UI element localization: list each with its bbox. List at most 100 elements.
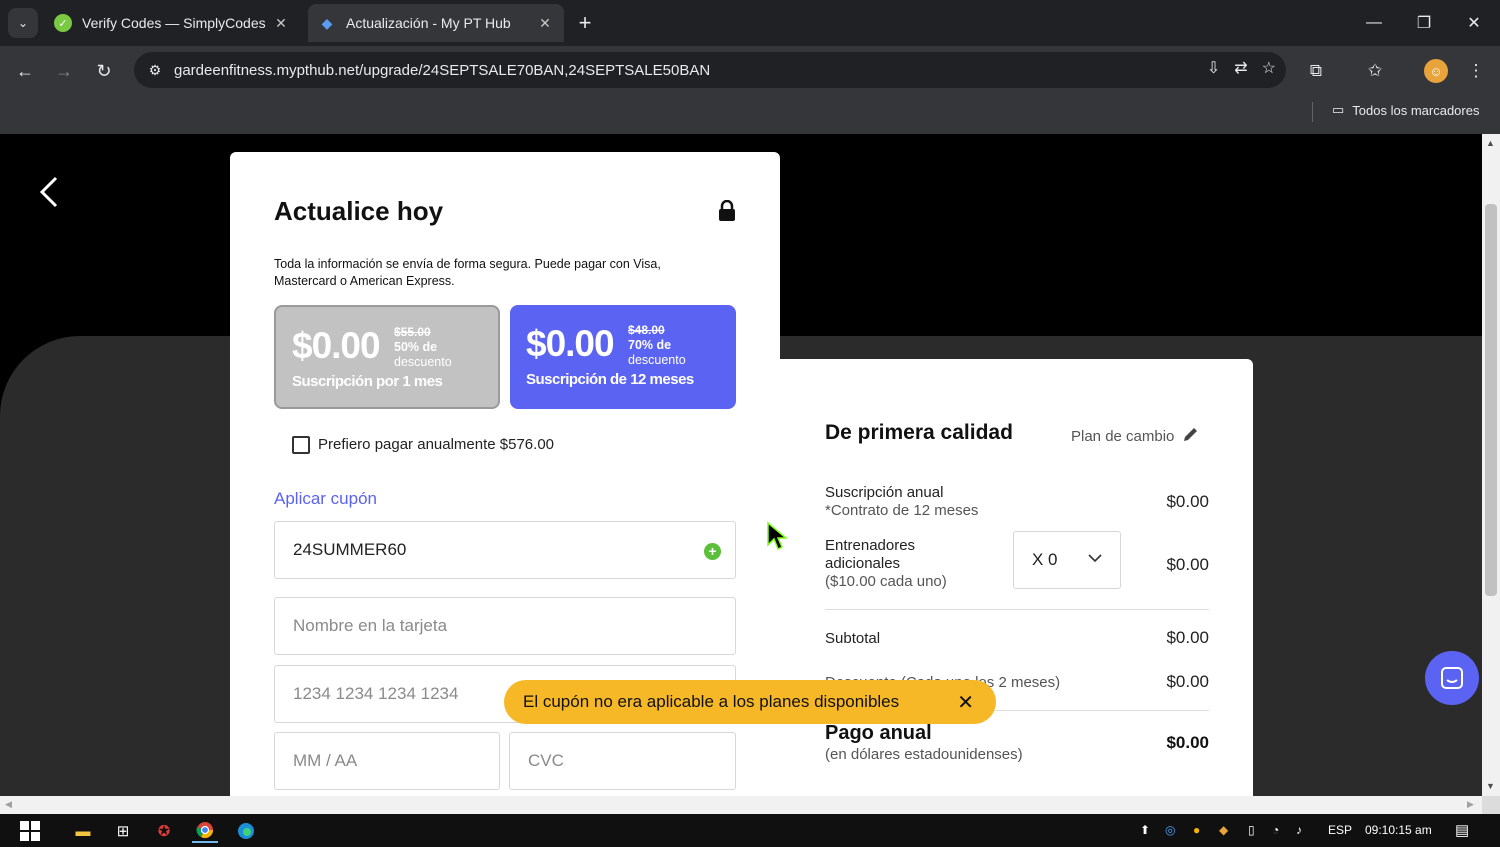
cvc-input[interactable]: CVC xyxy=(509,732,736,790)
plan-price: $0.00 xyxy=(292,325,381,366)
file-explorer-icon[interactable]: ▬ xyxy=(70,819,96,843)
horizontal-scrollbar[interactable]: ◀ ▶ xyxy=(0,796,1482,814)
browser-toolbar: ← → ↻ ⚙ gardeenfitness.mypthub.net/upgra… xyxy=(0,46,1500,96)
reload-button[interactable]: ↻ xyxy=(89,56,119,86)
annual-option-label[interactable]: Prefiero pagar anualmente $576.00 xyxy=(318,436,554,453)
subtotal-amount: $0.00 xyxy=(1166,628,1209,647)
install-app-icon[interactable]: ⇩ xyxy=(1207,58,1220,78)
mypthub-icon: ◆ xyxy=(321,14,333,31)
plan-monthly-card[interactable]: $0.00 $55.00 50% de descuento Suscripció… xyxy=(274,305,500,409)
annual-subscription-title: Suscripción anual xyxy=(825,484,944,501)
expiry-input[interactable]: MM / AA xyxy=(274,732,500,790)
tab-title: Verify Codes — SimplyCodes xyxy=(82,15,266,31)
restore-button[interactable]: ❐ xyxy=(1404,8,1444,38)
tray-icon[interactable]: ◆ xyxy=(1219,823,1228,837)
trainers-note: ($10.00 cada uno) xyxy=(825,573,947,590)
toast-message: El cupón no era aplicable a los planes d… xyxy=(523,692,900,711)
favorites-icon[interactable]: ✩ xyxy=(1360,56,1390,86)
folder-icon: ▭ xyxy=(1332,102,1345,117)
volume-icon[interactable]: ♪ xyxy=(1296,823,1302,837)
all-bookmarks-button[interactable]: ▭ Todos los marcadores xyxy=(1332,102,1479,118)
bookmarks-divider xyxy=(1312,102,1313,122)
menu-icon[interactable]: ⋮ xyxy=(1461,56,1491,86)
close-window-button[interactable]: ✕ xyxy=(1454,8,1494,38)
close-tab-icon[interactable]: ✕ xyxy=(272,15,290,32)
clock[interactable]: 09:10:15 am xyxy=(1365,823,1432,837)
simplycodes-icon: ✓ xyxy=(54,14,72,32)
pencil-icon xyxy=(1182,425,1200,447)
plan-original-price: $55.00 xyxy=(394,325,431,339)
chrome-icon[interactable] xyxy=(192,819,218,843)
windows-taskbar: ▬ ⊞ ✪ ⬆ ◎ ● ◆ ▯ ◔ ♪ ESP 09:10:15 am ▤ xyxy=(0,814,1500,847)
chat-launcher-button[interactable] xyxy=(1425,651,1479,705)
bookmark-star-icon[interactable]: ☆ xyxy=(1262,58,1276,78)
plan-label: Suscripción por 1 mes xyxy=(292,373,443,390)
wifi-icon[interactable]: ◔ xyxy=(1272,823,1279,837)
coupon-input[interactable]: 24SUMMER60 + xyxy=(274,521,736,579)
language-indicator[interactable]: ESP xyxy=(1328,823,1352,837)
all-bookmarks-label: Todos los marcadores xyxy=(1352,102,1480,118)
scroll-left-icon[interactable]: ◀ xyxy=(5,799,12,810)
apply-coupon-link[interactable]: Aplicar cupón xyxy=(274,489,377,509)
edge-icon[interactable] xyxy=(233,819,259,843)
site-info-icon[interactable]: ⚙ xyxy=(140,62,170,79)
extensions-icon[interactable]: ⧉ xyxy=(1301,56,1331,86)
tab-simplycodes[interactable]: ✓ Verify Codes — SimplyCodes ✕ xyxy=(44,4,300,42)
bookmarks-bar: ▭ Todos los marcadores xyxy=(0,96,1500,134)
cardholder-name-input[interactable]: Nombre en la tarjeta xyxy=(274,597,736,655)
plan-yearly-card[interactable]: $0.00 $48.00 70% de descuento Suscripció… xyxy=(510,305,736,409)
plan-discount: 50% de xyxy=(394,340,438,354)
trainers-quantity-select[interactable]: X 0 xyxy=(1013,531,1121,589)
url-text[interactable]: gardeenfitness.mypthub.net/upgrade/24SEP… xyxy=(174,62,710,79)
tab-mypthub[interactable]: ◆ Actualización - My PT Hub ✕ xyxy=(308,4,564,42)
profile-avatar[interactable]: ☺ xyxy=(1421,56,1451,86)
card-number-placeholder: 1234 1234 1234 1234 xyxy=(293,684,459,703)
tab-search-button[interactable]: ⌄ xyxy=(8,8,38,38)
back-button[interactable]: ← xyxy=(10,56,40,86)
store-icon[interactable]: ⊞ xyxy=(110,819,136,843)
app-icon[interactable]: ✪ xyxy=(151,819,177,843)
back-arrow-icon[interactable] xyxy=(34,172,64,212)
plan-discount-sub: descuento xyxy=(394,355,452,369)
coupon-error-toast: El cupón no era aplicable a los planes d… xyxy=(504,680,996,724)
change-plan-link[interactable]: Plan de cambio xyxy=(1071,425,1200,447)
chrome-tray-icon[interactable]: ● xyxy=(1193,823,1200,837)
trainers-quantity-value: X 0 xyxy=(1032,550,1058,569)
scroll-down-icon[interactable]: ▼ xyxy=(1486,781,1495,791)
new-tab-button[interactable]: + xyxy=(572,10,598,36)
trainers-amount: $0.00 xyxy=(1166,555,1209,574)
coupon-value: 24SUMMER60 xyxy=(293,540,407,559)
scroll-thumb[interactable] xyxy=(1485,204,1497,596)
chat-icon xyxy=(1441,667,1463,689)
notifications-icon[interactable]: ▤ xyxy=(1455,821,1469,839)
scrollbar-corner xyxy=(1482,796,1500,814)
start-icon[interactable] xyxy=(17,819,43,843)
tray-icon[interactable]: ⬆ xyxy=(1140,823,1150,837)
mouse-cursor xyxy=(766,521,789,551)
plan-original-price: $48.00 xyxy=(628,323,665,337)
scroll-right-icon[interactable]: ▶ xyxy=(1467,799,1474,810)
add-coupon-icon[interactable]: + xyxy=(704,543,721,560)
lock-icon xyxy=(718,199,736,222)
expiry-placeholder: MM / AA xyxy=(293,751,358,770)
minimize-button[interactable]: — xyxy=(1354,8,1394,38)
summary-divider xyxy=(825,609,1209,610)
translate-icon[interactable]: ⇄ xyxy=(1234,58,1247,78)
address-bar[interactable]: ⚙ gardeenfitness.mypthub.net/upgrade/24S… xyxy=(134,52,1286,88)
scroll-up-icon[interactable]: ▲ xyxy=(1486,138,1495,148)
annual-checkbox[interactable] xyxy=(292,436,310,454)
tab-strip: ⌄ ✓ Verify Codes — SimplyCodes ✕ ◆ Actua… xyxy=(0,0,1500,46)
close-icon[interactable]: ✕ xyxy=(957,690,974,715)
plan-discount-sub: descuento xyxy=(628,353,686,367)
tab-title: Actualización - My PT Hub xyxy=(346,15,511,31)
close-tab-icon[interactable]: ✕ xyxy=(536,15,554,32)
tray-icon[interactable]: ◎ xyxy=(1165,823,1175,837)
change-plan-label: Plan de cambio xyxy=(1071,427,1175,445)
chevron-down-icon xyxy=(1088,550,1102,564)
plan-price: $0.00 xyxy=(526,323,615,364)
trainers-title: Entrenadores adicionales xyxy=(825,537,916,572)
battery-icon[interactable]: ▯ xyxy=(1248,823,1255,837)
trainers-label: Entrenadores adicionales ($10.00 cada un… xyxy=(825,537,975,591)
vertical-scrollbar[interactable]: ▲ ▼ xyxy=(1482,134,1500,796)
forward-button[interactable]: → xyxy=(49,56,79,86)
